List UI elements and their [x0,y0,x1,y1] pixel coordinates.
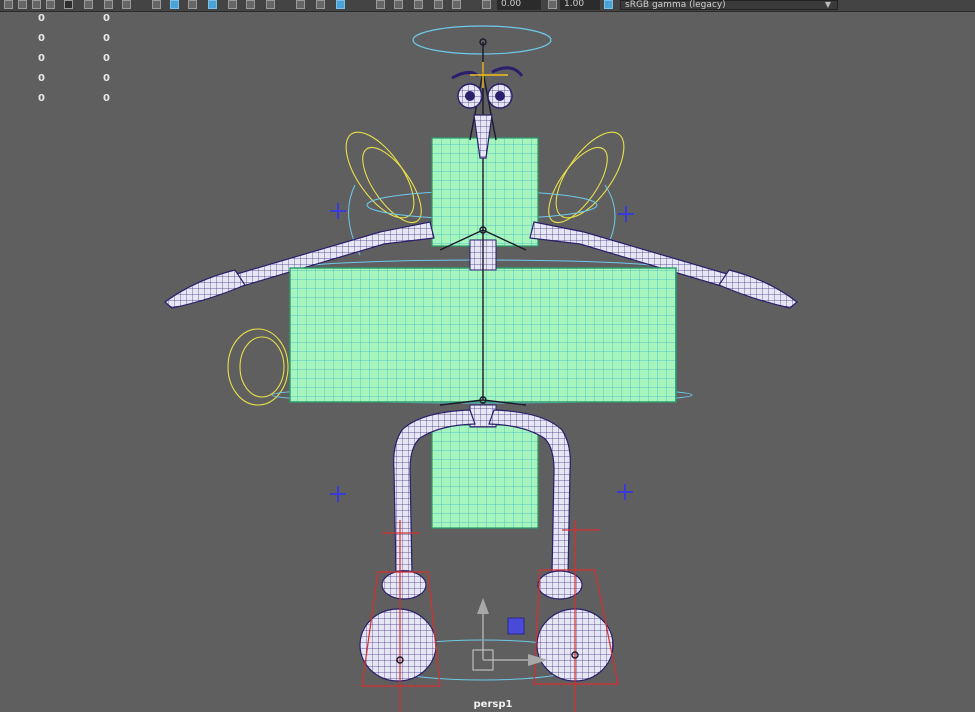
head-halo-control[interactable] [412,25,552,55]
pelvis-mesh[interactable] [431,424,539,529]
hip-control[interactable] [227,328,289,406]
viewport-3d[interactable] [0,0,975,712]
left-foot-mesh[interactable] [359,570,437,682]
camera-name-label: persp1 [473,699,513,710]
